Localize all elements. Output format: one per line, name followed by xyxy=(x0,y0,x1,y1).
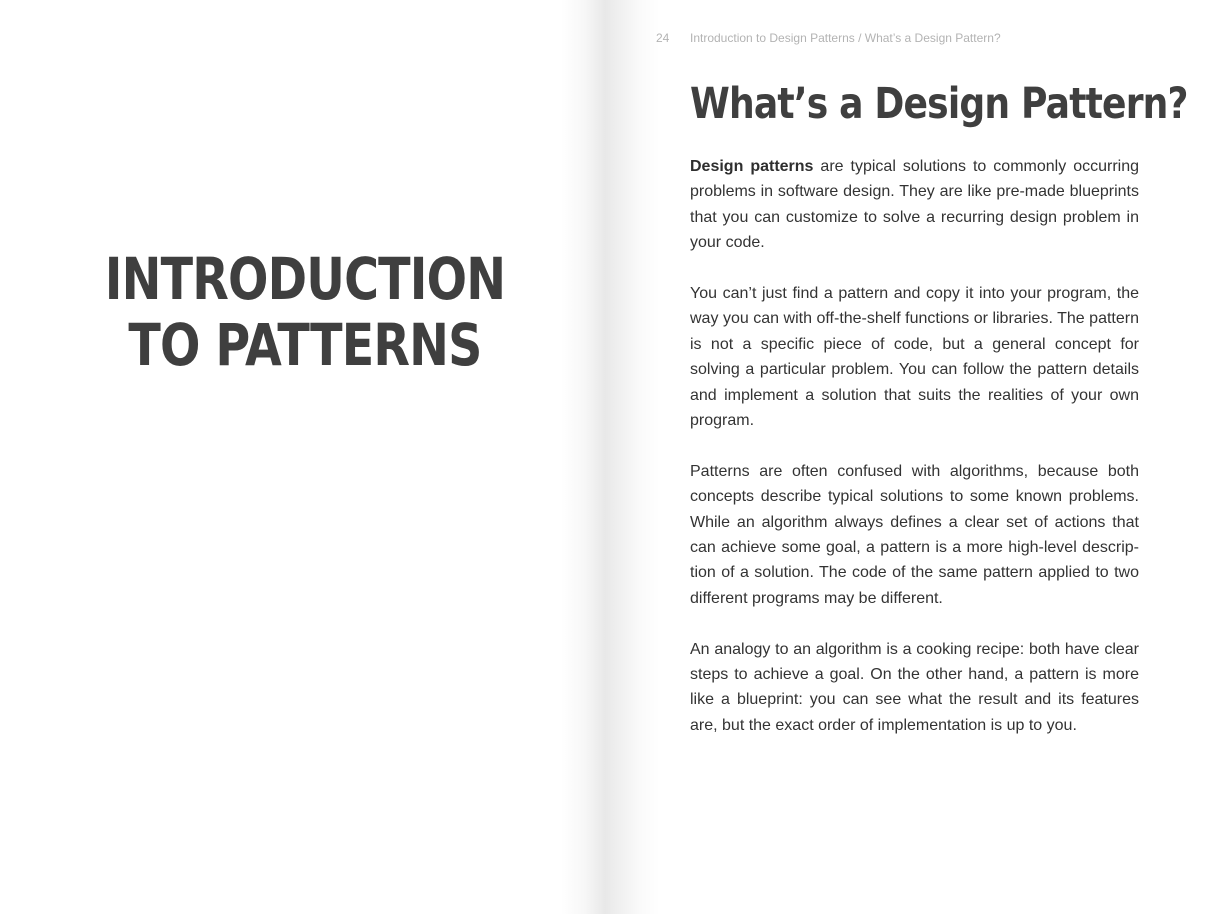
paragraph-1: Design patterns are typical solutions to… xyxy=(690,154,1139,256)
left-page: INTRODUCTION TO PATTERNS xyxy=(0,0,609,914)
paragraph-2: You can’t just find a pattern and copy i… xyxy=(690,285,1139,430)
book-spread: INTRODUCTION TO PATTERNS 24 Introduction … xyxy=(0,0,1218,914)
chapter-title-line-1: INTRODUCTION xyxy=(104,245,506,313)
chapter-title: INTRODUCTION TO PATTERNS xyxy=(104,246,506,378)
running-header-text: Introduction to Design Patterns / What’s… xyxy=(690,31,1001,45)
chapter-title-line-2: TO PATTERNS xyxy=(128,311,482,379)
running-header: 24 Introduction to Design Patterns / What… xyxy=(656,31,1001,45)
page-number: 24 xyxy=(656,31,670,45)
body-text: Design patterns are typical solutions to… xyxy=(690,154,1139,764)
paragraph-1-bold-lead: Design patterns xyxy=(690,158,814,175)
paragraph-3: Patterns are often confused with algorit… xyxy=(690,462,1139,607)
paragraph-4: An analogy to an algorithm is a cooking … xyxy=(690,640,1139,734)
section-title: What’s a Design Pattern? xyxy=(690,79,1189,129)
